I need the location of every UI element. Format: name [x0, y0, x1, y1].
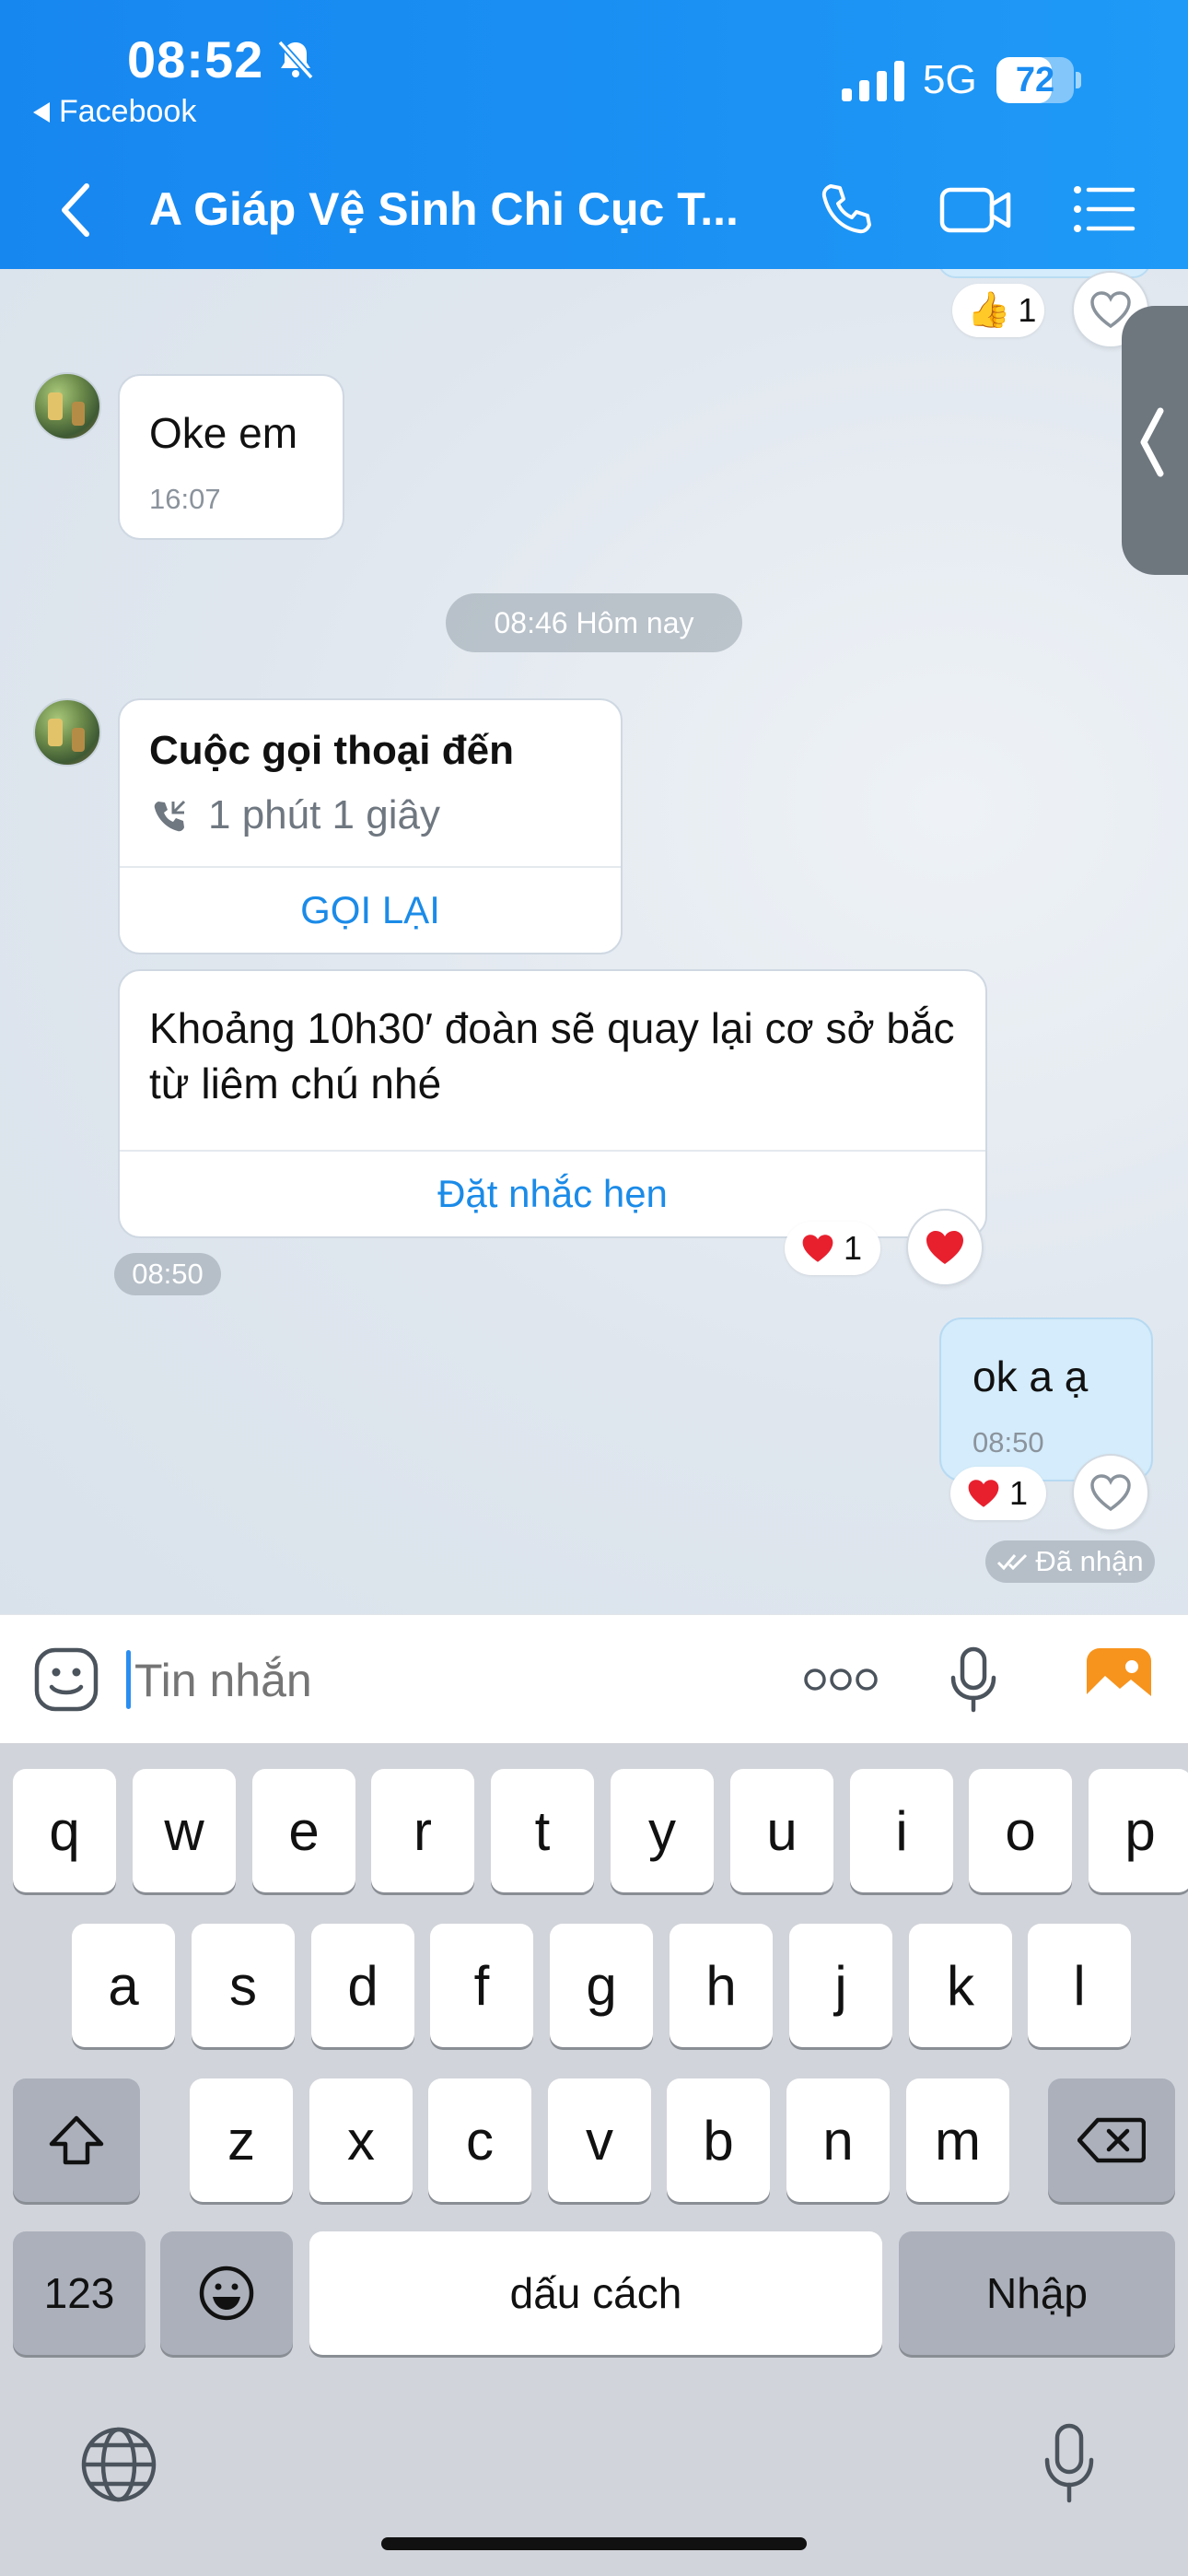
dictation-mic-icon[interactable] [1042, 2423, 1096, 2504]
reaction-summary[interactable]: 1 [785, 1222, 880, 1275]
photo-icon[interactable] [1085, 1646, 1153, 1711]
key-k[interactable]: k [909, 1924, 1012, 2047]
reaction-count: 1 [1018, 291, 1037, 329]
video-icon[interactable] [939, 181, 1013, 240]
globe-icon[interactable] [79, 2425, 158, 2504]
numbers-key[interactable]: 123 [13, 2231, 146, 2355]
delivery-status-label: Đã nhận [1035, 1545, 1144, 1577]
backspace-key[interactable] [1048, 2078, 1175, 2202]
signal-icon [842, 61, 904, 101]
key-h[interactable]: h [670, 1924, 773, 2047]
text-cursor [126, 1650, 131, 1709]
battery-level: 72 [1015, 61, 1055, 100]
home-indicator[interactable] [381, 2537, 807, 2550]
double-check-icon [997, 1553, 1028, 1571]
key-m[interactable]: m [906, 2078, 1009, 2202]
key-a[interactable]: a [72, 1924, 175, 2047]
key-b[interactable]: b [667, 2078, 770, 2202]
key-f[interactable]: f [430, 1924, 533, 2047]
call-duration: 1 phút 1 giây [208, 792, 440, 837]
key-u[interactable]: u [730, 1769, 833, 1892]
key-w[interactable]: w [133, 1769, 236, 1892]
phone-icon[interactable] [818, 181, 877, 240]
message-time: 08:50 [114, 1253, 221, 1295]
emoji-key[interactable] [160, 2231, 293, 2355]
reaction-summary[interactable]: 👍 1 [952, 284, 1044, 337]
list-menu-icon[interactable] [1072, 182, 1136, 236]
chevron-left-icon [1140, 407, 1164, 477]
chat-header: 08:52 Facebook 5G 72 A Giáp Vệ Sinh Chi … [0, 0, 1188, 269]
message-text: Oke em [149, 409, 298, 457]
side-drawer-handle[interactable] [1122, 306, 1188, 575]
key-o[interactable]: o [969, 1769, 1072, 1892]
shift-key[interactable] [13, 2078, 140, 2202]
status-time: 08:52 [127, 30, 264, 88]
react-heart-button[interactable] [906, 1209, 984, 1286]
key-z[interactable]: z [190, 2078, 293, 2202]
more-icon[interactable] [803, 1665, 879, 1694]
divider [120, 866, 621, 868]
key-t[interactable]: t [491, 1769, 594, 1892]
sticker-icon[interactable] [33, 1646, 99, 1713]
key-c[interactable]: c [428, 2078, 531, 2202]
key-r[interactable]: r [371, 1769, 474, 1892]
keyboard: 123 dấu cách Nhập qwertyuiop asdfghjkl zxc… [0, 1743, 1188, 2576]
key-i[interactable]: i [850, 1769, 953, 1892]
reaction-count: 1 [844, 1229, 863, 1267]
message-text: Khoảng 10h30′ đoàn sẽ quay lại cơ sở bắc… [149, 1004, 955, 1107]
incoming-call-icon [154, 800, 186, 832]
back-chevron-icon[interactable] [57, 181, 94, 240]
back-triangle-icon [33, 101, 50, 123]
battery-icon: 72 [996, 57, 1081, 103]
chat-title[interactable]: A Giáp Vệ Sinh Chi Cục T... [149, 182, 739, 236]
key-y[interactable]: y [611, 1769, 714, 1892]
key-v[interactable]: v [548, 2078, 651, 2202]
key-s[interactable]: s [192, 1924, 295, 2047]
react-heart-button[interactable] [1072, 1454, 1149, 1531]
message-time: 16:07 [149, 483, 221, 515]
key-g[interactable]: g [550, 1924, 653, 2047]
thumbs-up-icon: 👍 [967, 291, 1011, 330]
key-e[interactable]: e [252, 1769, 355, 1892]
message-input[interactable] [134, 1648, 687, 1713]
shift-icon [49, 2115, 104, 2165]
network-type: 5G [923, 57, 977, 102]
return-key[interactable]: Nhập [899, 2231, 1175, 2355]
message-input-bar [0, 1614, 1188, 1743]
heart-outline-icon [1090, 1474, 1131, 1512]
key-d[interactable]: d [311, 1924, 414, 2047]
message-text: ok a ạ [973, 1352, 1089, 1400]
heart-icon [926, 1231, 963, 1264]
call-back-button[interactable]: GỌI LẠI [118, 888, 623, 932]
back-to-app-link[interactable]: Facebook [33, 94, 196, 130]
call-title: Cuộc gọi thoại đến [149, 728, 514, 773]
heart-icon [802, 1235, 833, 1262]
backspace-icon [1077, 2117, 1146, 2163]
message-time: 08:50 [973, 1426, 1044, 1458]
bell-slash-icon [277, 40, 314, 80]
contact-avatar[interactable] [33, 372, 101, 440]
set-reminder-button[interactable]: Đặt nhắc hẹn [118, 1172, 987, 1216]
key-p[interactable]: p [1089, 1769, 1188, 1892]
delivery-status: Đã nhận [985, 1540, 1155, 1583]
emoji-icon [199, 2266, 254, 2321]
key-q[interactable]: q [13, 1769, 116, 1892]
key-j[interactable]: j [789, 1924, 892, 2047]
divider [120, 1150, 985, 1152]
mic-icon[interactable] [949, 1646, 998, 1713]
reaction-count: 1 [1009, 1474, 1029, 1512]
key-x[interactable]: x [309, 2078, 413, 2202]
key-n[interactable]: n [786, 2078, 890, 2202]
heart-icon [968, 1480, 999, 1507]
date-divider: 08:46 Hôm nay [446, 593, 742, 652]
contact-avatar[interactable] [33, 698, 101, 767]
key-l[interactable]: l [1028, 1924, 1131, 2047]
back-app-label: Facebook [59, 94, 197, 129]
reaction-summary[interactable]: 1 [950, 1467, 1046, 1520]
space-key[interactable]: dấu cách [309, 2231, 882, 2355]
